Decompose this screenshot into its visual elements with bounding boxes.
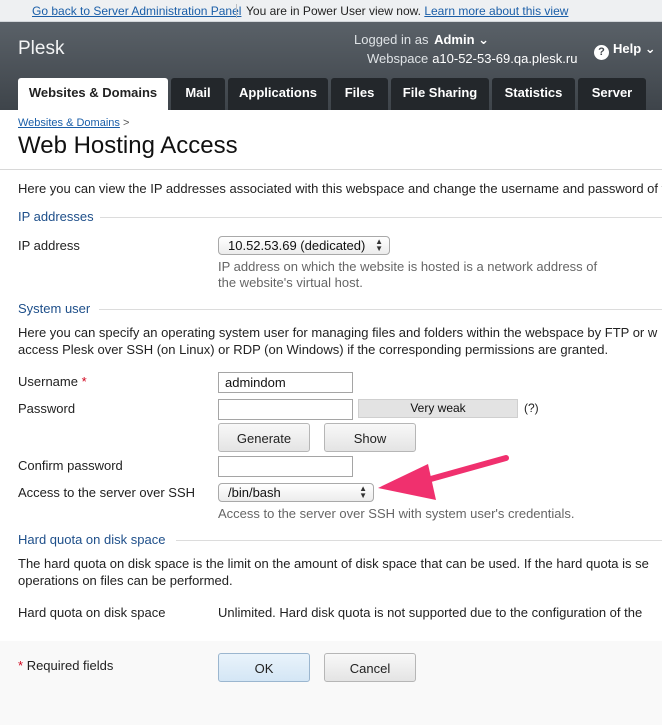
system-user-desc-line2: access Plesk over SSH (on Linux) or RDP … — [18, 342, 609, 357]
generate-password-button[interactable]: Generate — [218, 423, 310, 452]
select-arrows-icon: ▲ ▼ — [375, 237, 383, 253]
hard-quota-value: Unlimited. Hard disk quota is not suppor… — [218, 605, 643, 620]
title-divider — [0, 169, 662, 170]
password-label: Password — [18, 401, 76, 416]
ip-address-select[interactable]: 10.52.53.69 (dedicated) ▲ ▼ — [218, 236, 390, 255]
help-label: Help ⌄ — [613, 41, 656, 56]
intro-text: Here you can view the IP addresses assoc… — [18, 181, 662, 196]
hard-quota-desc-line1: The hard quota on disk space is the limi… — [18, 556, 649, 571]
section-hard-quota: Hard quota on disk space — [18, 532, 166, 547]
password-strength-meter: Very weak — [358, 399, 518, 418]
webspace-label: Webspace — [367, 51, 429, 66]
hard-quota-label: Hard quota on disk space — [18, 605, 166, 620]
help-menu[interactable]: ? Help ⌄ — [594, 41, 656, 60]
ssh-access-value: /bin/bash — [228, 485, 281, 500]
tab-statistics[interactable]: Statistics — [492, 78, 575, 110]
tab-file-sharing[interactable]: File Sharing — [391, 78, 489, 110]
password-input[interactable] — [218, 399, 353, 420]
ok-button[interactable]: OK — [218, 653, 310, 682]
main-tabs: Websites & Domains Mail Applications Fil… — [18, 78, 646, 110]
webspace-selector[interactable]: a10-52-53-69.qa.plesk.ru — [432, 51, 577, 66]
ip-address-value: 10.52.53.69 (dedicated) — [228, 238, 366, 253]
required-asterisk: * — [81, 374, 87, 389]
ip-address-hint-line2: the website's virtual host. — [218, 275, 363, 290]
view-mode-text: You are in Power User view now. — [246, 4, 421, 18]
tab-applications[interactable]: Applications — [228, 78, 328, 110]
confirm-password-input[interactable] — [218, 456, 353, 477]
username-label-text: Username — [18, 374, 78, 389]
tab-files[interactable]: Files — [331, 78, 388, 110]
required-asterisk: * — [18, 658, 24, 673]
plesk-logo[interactable]: Plesk — [18, 38, 64, 60]
show-password-button[interactable]: Show — [324, 423, 416, 452]
tab-mail[interactable]: Mail — [171, 78, 225, 110]
breadcrumb-separator: > — [122, 117, 130, 129]
ssh-access-hint: Access to the server over SSH with syste… — [218, 506, 575, 521]
annotation-arrow-icon — [378, 455, 509, 500]
section-ip-addresses: IP addresses — [18, 209, 94, 224]
ssh-access-label: Access to the server over SSH — [18, 485, 196, 500]
section-divider — [176, 540, 662, 541]
ssh-access-select[interactable]: /bin/bash ▲ ▼ — [218, 483, 374, 502]
system-user-desc-line1: Here you can specify an operating system… — [18, 325, 658, 340]
view-mode-notice: You are in Power User view now. Learn mo… — [246, 0, 568, 22]
username-label: Username * — [18, 374, 87, 389]
section-divider — [99, 309, 662, 310]
ip-address-hint-line1: IP address on which the website is hoste… — [218, 259, 598, 274]
select-arrows-icon: ▲ ▼ — [359, 484, 367, 500]
section-system-user: System user — [18, 301, 91, 316]
back-to-admin-link[interactable]: Go back to Server Administration Panel — [32, 0, 241, 22]
notice-bar: Go back to Server Administration Panel Y… — [0, 0, 662, 22]
user-menu[interactable]: Admin ⌄ — [434, 32, 489, 47]
password-strength-help[interactable]: (?) — [524, 401, 539, 415]
required-fields-text: Required fields — [26, 658, 114, 673]
page-title: Web Hosting Access — [18, 132, 238, 159]
ip-address-label: IP address — [18, 238, 80, 253]
learn-more-link[interactable]: Learn more about this view — [424, 4, 568, 18]
logged-in-label: Logged in as — [354, 32, 429, 47]
confirm-password-label: Confirm password — [18, 458, 123, 473]
question-icon: ? — [594, 45, 609, 60]
cancel-button[interactable]: Cancel — [324, 653, 416, 682]
tab-websites-domains[interactable]: Websites & Domains — [18, 78, 168, 110]
tab-server[interactable]: Server — [578, 78, 646, 110]
breadcrumb-websites-domains[interactable]: Websites & Domains — [18, 117, 120, 129]
logged-in-info: Logged in as Admin ⌄ — [354, 32, 489, 48]
required-fields-note: * Required fields — [18, 658, 113, 673]
breadcrumb: Websites & Domains > — [18, 117, 129, 129]
section-divider — [100, 217, 662, 218]
username-input[interactable] — [218, 372, 353, 393]
divider — [236, 4, 237, 18]
webspace-info: Webspace a10-52-53-69.qa.plesk.ru — [367, 51, 577, 66]
hard-quota-desc-line2: operations on files can be performed. — [18, 573, 233, 588]
